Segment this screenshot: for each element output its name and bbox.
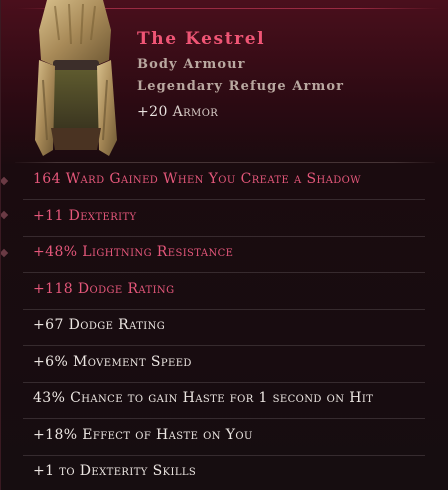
armor-stat: +20 Armor	[137, 104, 218, 120]
modifier-separator	[23, 235, 425, 237]
modifier-line: +48% Lightning Resistance	[33, 244, 234, 260]
modifier-separator	[23, 454, 425, 456]
affix-bullet-icon	[1, 248, 9, 258]
fur-cloak-armor-icon	[35, 0, 117, 156]
modifier-line: +6% Movement Speed	[33, 353, 192, 370]
modifier-separator	[23, 272, 425, 273]
modifier-line: +67 Dodge Rating	[33, 317, 166, 333]
modifier-separator	[23, 381, 425, 383]
modifier-separator	[23, 199, 425, 200]
modifier-line: 43% Chance to gain Haste for 1 second on…	[33, 390, 374, 406]
modifier-line: +118 Dodge Rating	[33, 280, 175, 297]
affix-bullet-icon	[1, 176, 9, 186]
modifier-line: +11 Dexterity	[33, 207, 137, 224]
item-rarity: Legendary Refuge Armor	[137, 79, 345, 94]
affix-bullet-icon	[1, 210, 9, 220]
header-divider	[15, 162, 435, 163]
modifier-line: +18% Effect of Haste on You	[33, 426, 253, 443]
armor-value: +20	[137, 104, 168, 120]
item-type: Body Armour	[137, 57, 246, 72]
modifier-separator	[23, 308, 425, 310]
modifier-line: 164 Ward Gained When You Create a Shadow	[33, 171, 361, 187]
modifier-line: +1 to Dexterity Skills	[33, 463, 197, 479]
tooltip-header: The Kestrel Body Armour Legendary Refuge…	[1, 0, 448, 162]
item-name: The Kestrel	[137, 29, 266, 49]
item-tooltip: The Kestrel Body Armour Legendary Refuge…	[0, 0, 448, 490]
modifier-separator	[23, 418, 425, 419]
modifier-separator	[23, 345, 425, 346]
armor-label: Armor	[172, 104, 219, 120]
